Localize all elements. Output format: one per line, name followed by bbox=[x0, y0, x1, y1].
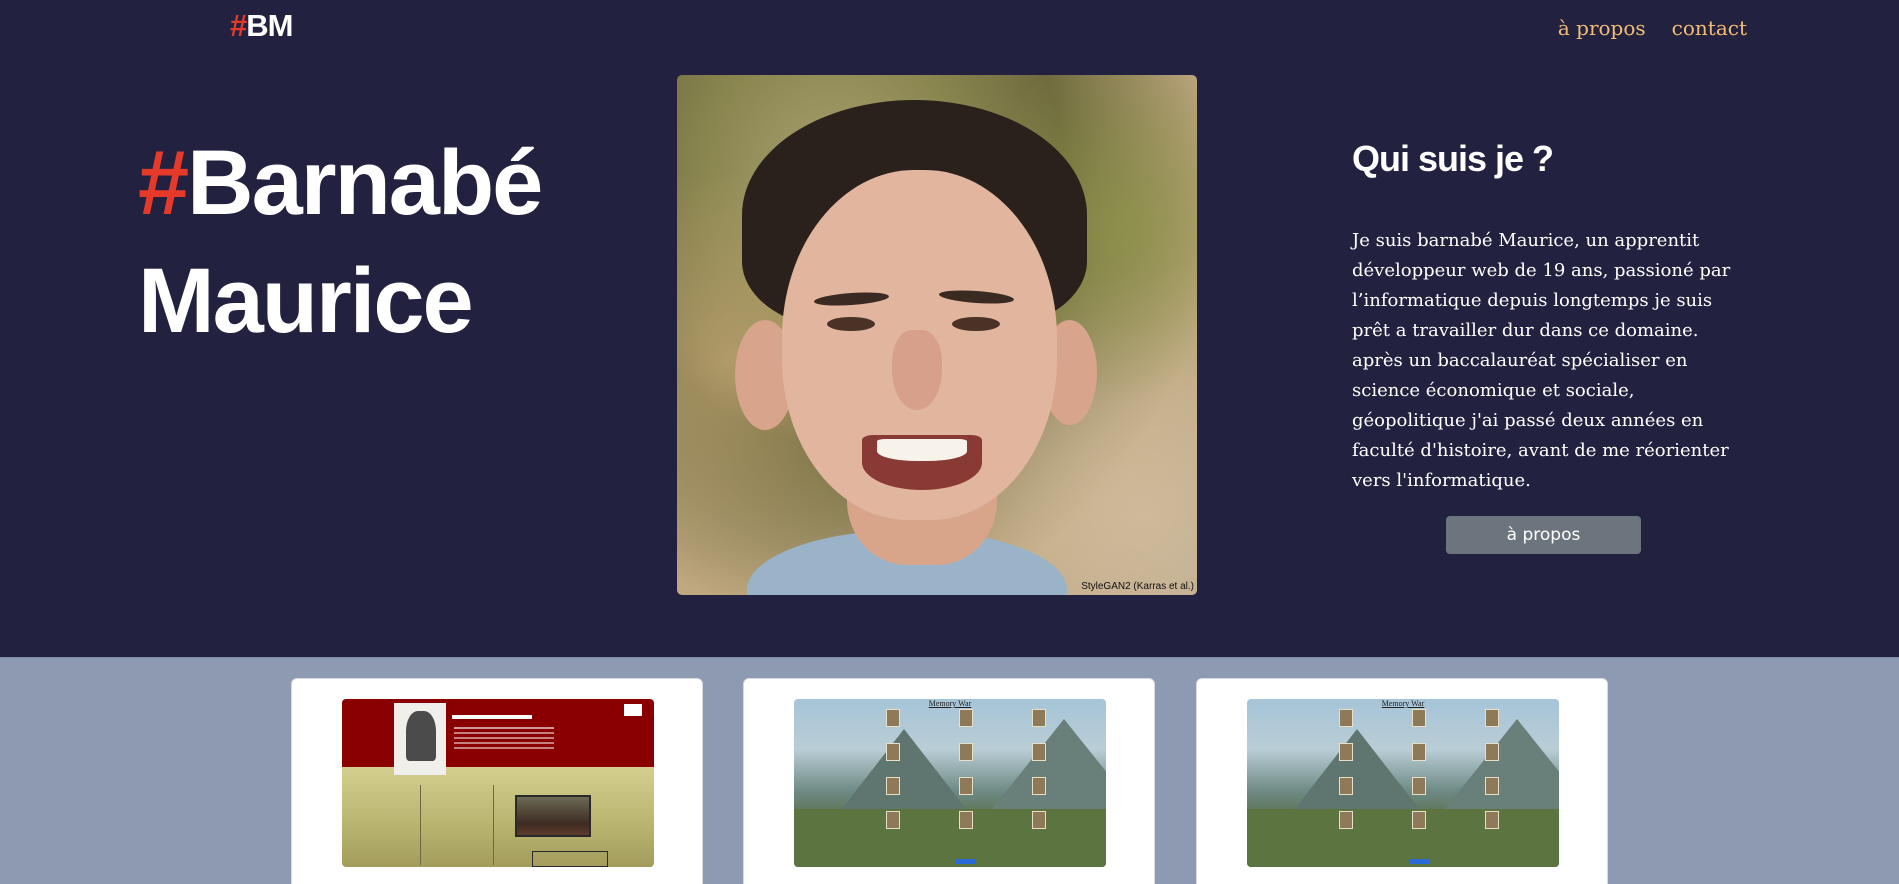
logo-letters: BM bbox=[246, 8, 293, 43]
portrait-photo: StyleGAN2 (Karras et al.) bbox=[677, 75, 1197, 595]
nav-link-a-propos[interactable]: à propos bbox=[1558, 16, 1646, 40]
name-hash: # bbox=[138, 132, 189, 234]
logo-hash: # bbox=[230, 8, 247, 43]
project-card[interactable]: Memory War bbox=[1196, 678, 1608, 884]
about-title: Qui suis je ? bbox=[1352, 138, 1554, 179]
project-card[interactable] bbox=[291, 678, 703, 884]
project-thumbnail[interactable] bbox=[342, 699, 654, 867]
top-navbar: #BM à propos contact bbox=[0, 0, 1899, 56]
project-thumbnail[interactable]: Memory War bbox=[1247, 699, 1559, 867]
about-button[interactable]: à propos bbox=[1446, 516, 1641, 554]
site-logo[interactable]: #BM bbox=[230, 8, 293, 44]
portrait-credit: StyleGAN2 (Karras et al.) bbox=[1081, 581, 1194, 592]
name-first: Barnabé bbox=[187, 132, 543, 234]
main-nav: à propos contact bbox=[1558, 16, 1747, 40]
thumbnail-title: Memory War bbox=[928, 699, 972, 708]
hero-name: #Barnabé Maurice bbox=[138, 124, 543, 360]
project-thumbnail[interactable]: Memory War bbox=[794, 699, 1106, 867]
project-card[interactable]: Memory War bbox=[743, 678, 1155, 884]
hero-section: #Barnabé Maurice StyleGAN2 (Karras et al… bbox=[0, 56, 1899, 657]
thumbnail-title: Memory War bbox=[1381, 699, 1425, 708]
nav-link-contact[interactable]: contact bbox=[1672, 16, 1747, 40]
name-last: Maurice bbox=[138, 250, 474, 352]
about-text: Je suis barnabé Maurice, un apprentit dé… bbox=[1352, 230, 1731, 491]
projects-section: Memory War Memory War bbox=[0, 657, 1899, 884]
